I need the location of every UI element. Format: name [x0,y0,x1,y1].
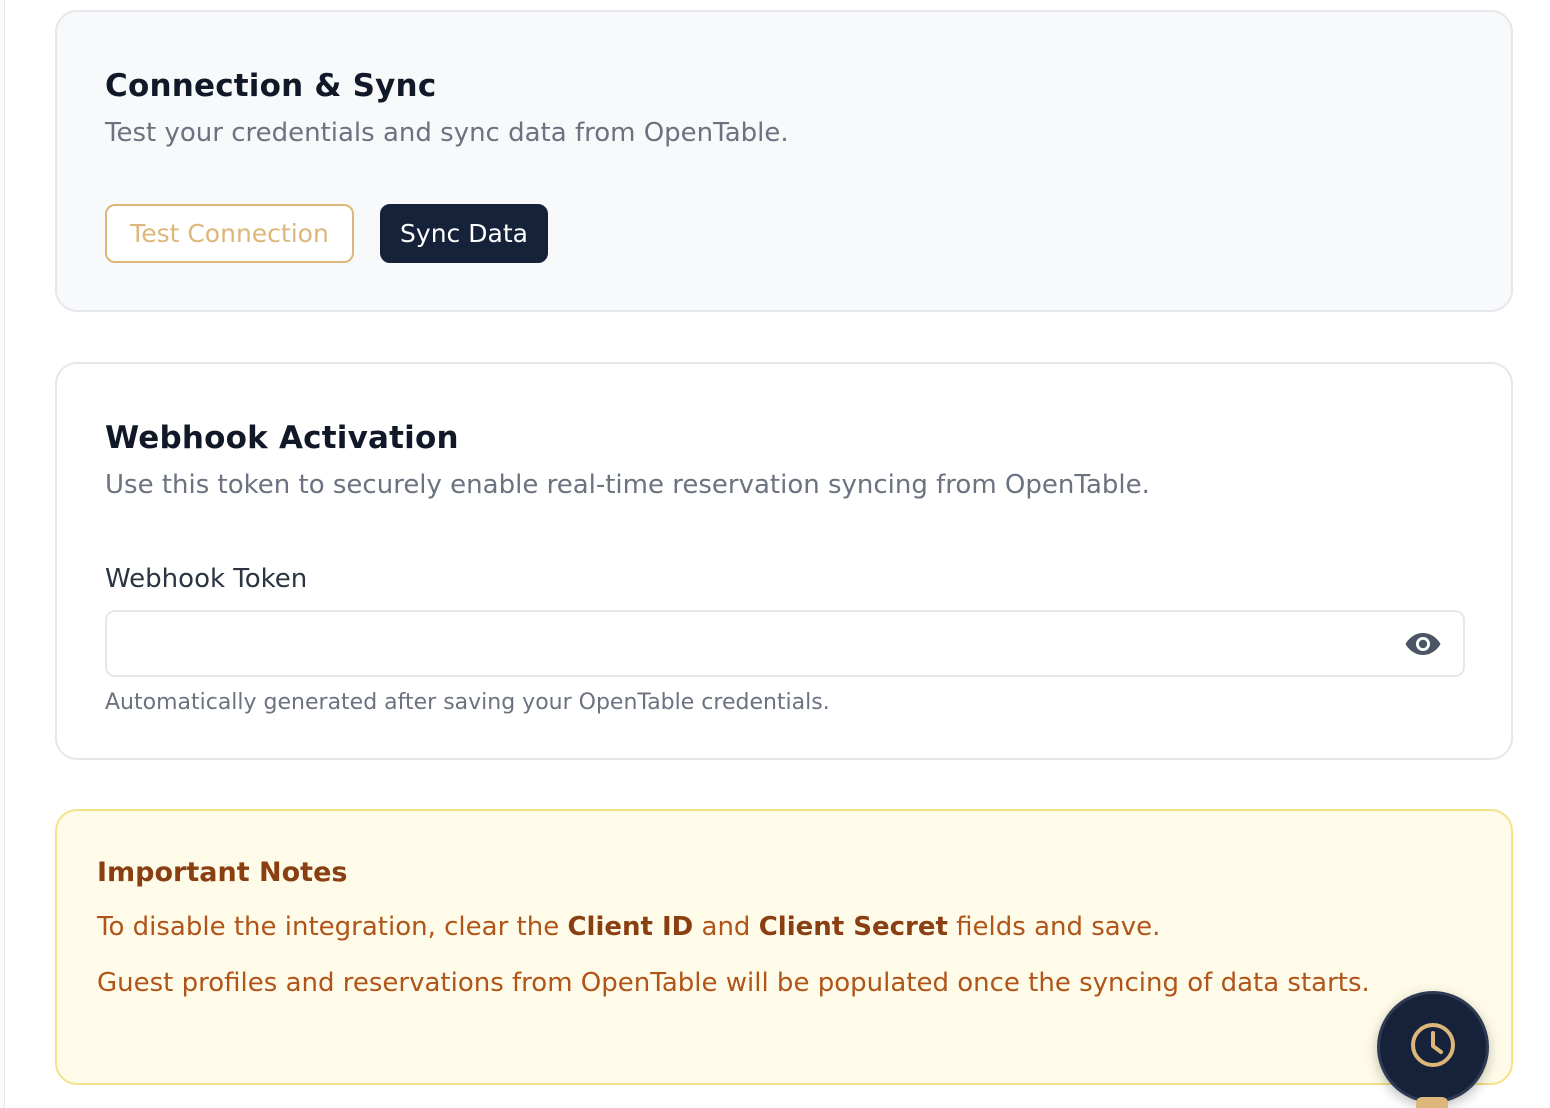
important-notes-card: Important Notes To disable the integrati… [55,809,1513,1085]
note-disable-integration: To disable the integration, clear the Cl… [97,907,1417,947]
connection-sync-description: Test your credentials and sync data from… [105,118,789,148]
fab-badge [1416,1097,1448,1108]
connection-sync-title: Connection & Sync [105,68,437,104]
webhook-token-field [105,610,1465,677]
webhook-token-label: Webhook Token [105,564,308,594]
note-guest-profiles: Guest profiles and reservations from Ope… [97,968,1370,998]
sync-data-button[interactable]: Sync Data [380,204,548,263]
important-notes-title: Important Notes [97,857,348,888]
sidebar-edge [0,0,5,1108]
webhook-token-helper: Automatically generated after saving you… [105,690,830,715]
connection-actions: Test Connection Sync Data [105,204,1463,263]
connection-sync-card: Connection & Sync Test your credentials … [55,10,1513,312]
clock-icon [1408,1020,1458,1074]
webhook-token-input[interactable] [107,612,1463,675]
note-text: To disable the integration, clear the [97,912,568,942]
note-text: fields and save. [947,912,1161,942]
note-text: and [693,912,759,942]
webhook-activation-description: Use this token to securely enable real-t… [105,470,1150,500]
webhook-activation-card: Webhook Activation Use this token to sec… [55,362,1513,760]
webhook-activation-title: Webhook Activation [105,420,459,456]
test-connection-button[interactable]: Test Connection [105,204,354,263]
history-fab-button[interactable] [1377,991,1489,1103]
eye-icon[interactable] [1403,626,1443,662]
client-secret-term: Client Secret [758,912,948,942]
client-id-term: Client ID [567,912,694,942]
